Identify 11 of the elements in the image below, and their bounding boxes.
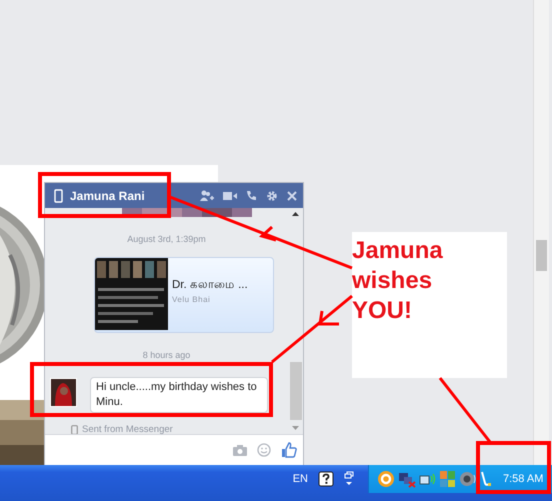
contact-name[interactable]: Jamuna Rani [70, 188, 145, 202]
language-indicator[interactable]: EN [292, 473, 308, 485]
link-preview[interactable]: Dr. கலாமை ... Velu Bhai [94, 257, 274, 333]
message-bubble: Hi uncle.....my birthday wishes to Minu. [90, 377, 268, 413]
sent-from-note: Sent from Messenger [82, 424, 173, 435]
annotation-note: Jamuna wishes YOU! [352, 232, 507, 378]
link-source: Velu Bhai [172, 295, 212, 304]
timestamp: August 3rd, 1:39pm [127, 234, 206, 244]
link-title: Dr. கலாமை ... [172, 278, 248, 292]
timestamp: 8 hours ago [142, 350, 190, 360]
clock: 7:58 AM [503, 473, 544, 485]
